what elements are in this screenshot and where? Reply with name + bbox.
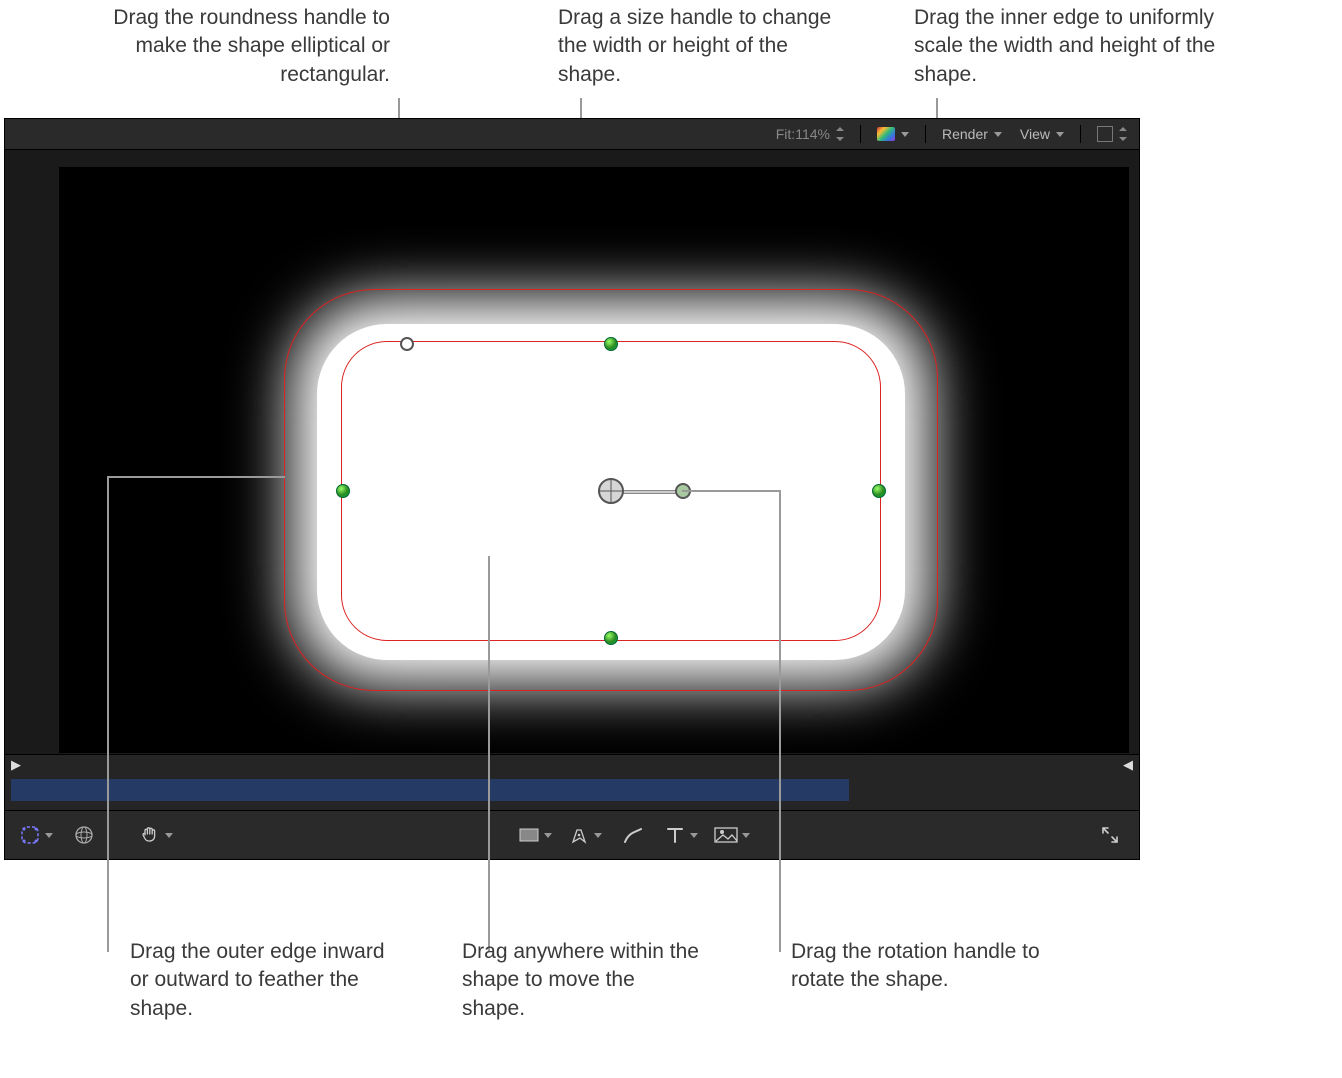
3d-transform-icon [73,824,95,846]
play-range-area: ▶ ◀ [5,754,1139,811]
hand-tool-icon [139,824,161,846]
play-range-bar[interactable] [11,779,849,801]
render-menu[interactable]: Render [938,126,1006,142]
chevron-down-icon [165,833,173,838]
anchor-point-handle[interactable] [598,478,624,504]
chevron-down-icon [45,833,53,838]
play-range-in-marker[interactable]: ▶ [11,757,21,773]
callout-roundness: Drag the roundness handle to make the sh… [85,4,390,89]
pen-tool-icon [568,824,590,846]
pen-tool-button[interactable] [564,820,606,850]
color-channels-icon [877,127,895,141]
view-menu[interactable]: View [1016,126,1068,142]
chevron-down-icon [594,833,602,838]
callout-move: Drag anywhere within the shape to move t… [462,938,702,1023]
chevron-down-icon [742,833,750,838]
view-label: View [1020,126,1050,142]
chevron-down-icon [994,132,1002,137]
play-range-out-marker[interactable]: ◀ [1123,757,1133,773]
callout-size: Drag a size handle to change the width o… [558,4,838,89]
viewer-top-toolbar: Fit: 114% Render View [5,119,1139,150]
fullscreen-icon [1100,825,1120,845]
text-tool-icon [664,824,686,846]
chevron-down-icon [1056,132,1064,137]
rectangle-tool-icon [518,826,540,844]
canvas-viewer: Fit: 114% Render View [4,118,1140,860]
leader-rotate-v [779,490,781,952]
toolbar-separator [925,125,926,143]
viewer-bottom-toolbar [5,810,1139,859]
callout-rotate: Drag the rotation handle to rotate the s… [791,938,1071,995]
fullscreen-button[interactable] [1091,820,1129,850]
mask-tool-button[interactable] [15,820,57,850]
channel-box-icon [1097,126,1113,142]
paint-stroke-tool-button[interactable] [614,820,652,850]
rectangle-tool-button[interactable] [514,820,556,850]
zoom-fit-label: Fit: [776,126,795,142]
canvas[interactable] [59,167,1129,753]
size-handle-left[interactable] [336,484,350,498]
leader-rotate-h [682,490,781,492]
size-handle-right[interactable] [872,484,886,498]
paint-stroke-tool-icon [622,824,644,846]
leader-outer-edge-v [107,476,109,952]
render-label: Render [942,126,988,142]
toolbar-separator [860,125,861,143]
roundness-handle[interactable] [400,337,414,351]
leader-outer-edge-h [107,476,285,478]
chevron-down-icon [544,833,552,838]
callout-outer-edge: Drag the outer edge inward or outward to… [130,938,400,1023]
zoom-control[interactable]: Fit: 114% [772,126,848,142]
zoom-value: 114% [795,126,830,142]
callout-inner-edge: Drag the inner edge to uniformly scale t… [914,4,1224,89]
chevron-down-icon [901,132,909,137]
zoom-stepper-icon [836,127,844,141]
size-handle-top[interactable] [604,337,618,351]
3d-transform-button[interactable] [65,820,103,850]
text-tool-button[interactable] [660,820,702,850]
color-channels-menu[interactable] [873,127,913,141]
chevron-down-icon [690,833,698,838]
toolbar-separator [1080,125,1081,143]
size-handle-bottom[interactable] [604,631,618,645]
image-adjust-tool-icon [714,826,738,844]
hand-tool-button[interactable] [135,820,177,850]
mask-tool-icon [19,824,41,846]
channel-display-menu[interactable] [1093,126,1131,142]
image-adjust-tool-button[interactable] [710,820,754,850]
updown-icon [1119,127,1127,141]
leader-move [488,556,490,952]
